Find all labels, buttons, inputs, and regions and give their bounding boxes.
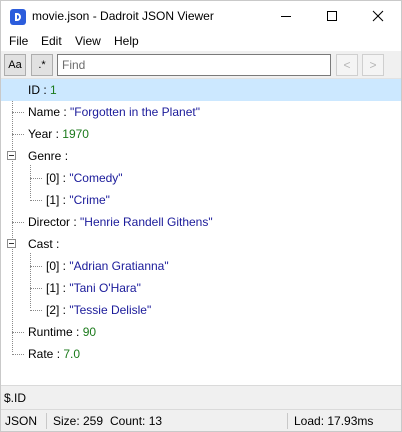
minimize-button[interactable] (263, 1, 309, 31)
minimize-icon (281, 16, 291, 17)
json-tree[interactable]: ID : 1 Name : "Forgotten in the Planet" … (1, 79, 401, 385)
window-title: movie.json - Dadroit JSON Viewer (32, 9, 214, 23)
node-separator: : (72, 325, 83, 339)
node-value: "Crime" (69, 193, 110, 207)
menu-edit[interactable]: Edit (41, 34, 62, 48)
status-divider (287, 413, 288, 429)
regex-button[interactable]: .* (31, 54, 53, 76)
node-separator: : (59, 303, 70, 317)
node-key: Name (28, 105, 61, 119)
node-value: 1970 (62, 127, 89, 141)
find-previous-button[interactable]: < (336, 54, 358, 76)
node-key: Director (28, 215, 71, 229)
status-bar: JSON Size: 259 Count: 13 Load: 17.93ms (1, 409, 401, 431)
node-separator: : (52, 127, 63, 141)
close-icon (372, 10, 384, 22)
node-separator: : (60, 105, 71, 119)
node-key: Rate (28, 347, 54, 361)
match-case-button[interactable]: Aa (4, 54, 26, 76)
collapse-icon[interactable] (7, 151, 16, 160)
node-separator: : (59, 281, 70, 295)
node-key: [0] (46, 171, 60, 185)
node-key: [2] (46, 303, 60, 317)
tree-node-director[interactable]: Director : "Henrie Randell Githens" (1, 211, 401, 233)
tree-node-name[interactable]: Name : "Forgotten in the Planet" (1, 101, 401, 123)
node-separator: : (59, 171, 70, 185)
maximize-icon (327, 11, 337, 21)
node-value: 90 (82, 325, 97, 339)
menu-help[interactable]: Help (114, 34, 139, 48)
tree-node-cast-0[interactable]: [0] : "Adrian Gratianna" (1, 255, 401, 277)
tree-node-genre-1[interactable]: [1] : "Crime" (1, 189, 401, 211)
tree-node-id[interactable]: ID : 1 (1, 79, 401, 101)
status-count: Count: 13 (110, 414, 163, 428)
node-separator: : (52, 237, 60, 251)
app-window: movie.json - Dadroit JSON Viewer File Ed… (0, 0, 402, 432)
tree-node-genre-0[interactable]: [0] : "Comedy" (1, 167, 401, 189)
node-value: "Comedy" (69, 171, 123, 185)
node-separator: : (59, 193, 70, 207)
node-key: Runtime (28, 325, 73, 339)
menu-view[interactable]: View (75, 34, 101, 48)
node-value: "Adrian Gratianna" (69, 259, 169, 273)
status-format: JSON (5, 414, 38, 428)
tree-node-year[interactable]: Year : 1970 (1, 123, 401, 145)
menu-bar: File Edit View Help (1, 31, 401, 51)
node-value: 7.0 (63, 347, 81, 361)
node-separator: : (40, 83, 51, 97)
app-icon (10, 9, 26, 25)
node-key: [1] (46, 281, 60, 295)
menu-file[interactable]: File (9, 34, 28, 48)
tree-node-rate[interactable]: Rate : 7.0 (1, 343, 401, 365)
node-key: ID (28, 83, 40, 97)
node-separator: : (53, 347, 64, 361)
tree-node-cast[interactable]: Cast : (1, 233, 401, 255)
node-value: "Tessie Delisle" (69, 303, 152, 317)
close-button[interactable] (355, 1, 401, 31)
json-path-bar[interactable]: $.ID (1, 385, 401, 409)
node-value: 1 (50, 83, 57, 97)
node-value: "Tani O'Hara" (69, 281, 141, 295)
status-size: Size: 259 (53, 414, 104, 428)
node-key: Genre (28, 149, 62, 163)
tree-node-cast-1[interactable]: [1] : "Tani O'Hara" (1, 277, 401, 299)
search-toolbar: Aa .* < > (1, 51, 401, 79)
json-path: $.ID (4, 391, 27, 405)
node-separator: : (59, 259, 70, 273)
node-key: [1] (46, 193, 60, 207)
tree-node-genre[interactable]: Genre : (1, 145, 401, 167)
find-input[interactable] (57, 54, 331, 76)
collapse-icon[interactable] (7, 239, 16, 248)
status-divider (46, 413, 47, 429)
tree-node-runtime[interactable]: Runtime : 90 (1, 321, 401, 343)
node-key: Cast (28, 237, 53, 251)
node-separator: : (70, 215, 81, 229)
node-separator: : (61, 149, 69, 163)
node-key: Year (28, 127, 53, 141)
node-key: [0] (46, 259, 60, 273)
tree-node-cast-2[interactable]: [2] : "Tessie Delisle" (1, 299, 401, 321)
node-value: "Henrie Randell Githens" (80, 215, 213, 229)
status-load-time: Load: 17.93ms (294, 414, 374, 428)
title-bar[interactable]: movie.json - Dadroit JSON Viewer (1, 1, 401, 31)
find-next-button[interactable]: > (362, 54, 384, 76)
maximize-button[interactable] (309, 1, 355, 31)
node-value: "Forgotten in the Planet" (70, 105, 200, 119)
